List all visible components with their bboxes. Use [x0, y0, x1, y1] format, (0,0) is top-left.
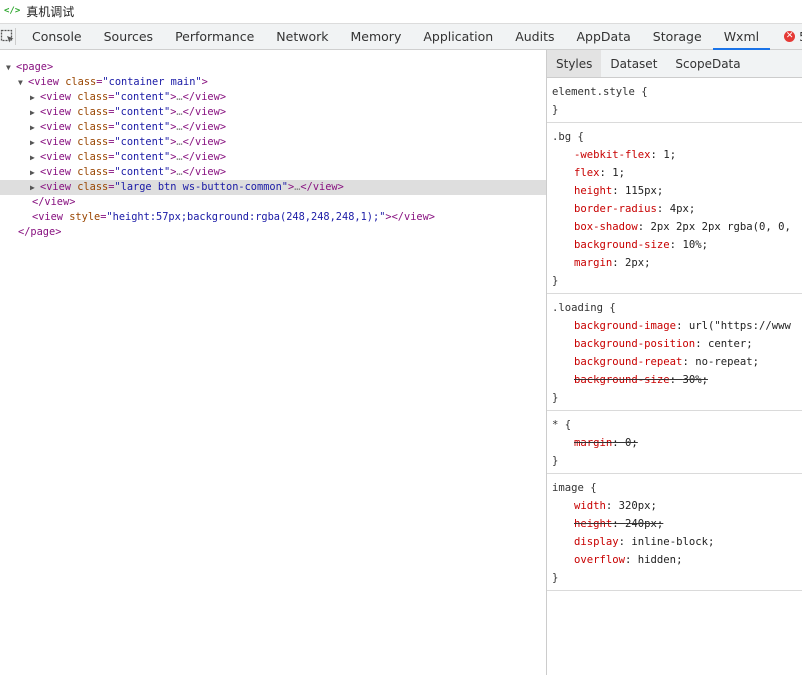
tree-node-container-close: </view> — [32, 196, 76, 208]
tree-node-content[interactable]: ▶ <view class="content">…</view> — [0, 105, 546, 120]
tree-node-container[interactable]: ▼ <view class="container main"> — [0, 75, 546, 90]
css-rule[interactable]: * { margin: 0;} — [547, 411, 802, 474]
css-declaration[interactable]: background-size: 10%; — [552, 236, 802, 254]
css-declaration[interactable]: -webkit-flex: 1; — [552, 146, 802, 164]
collapsed-arrow-icon[interactable]: ▶ — [30, 180, 40, 195]
css-declaration[interactable]: box-shadow: 2px 2px 2px rgba(0, 0, — [552, 218, 802, 236]
tree-node-page[interactable]: ▼ <page> — [0, 60, 546, 75]
rule-close: } — [552, 455, 559, 467]
tab-sources[interactable]: Sources — [93, 24, 164, 49]
element-style-rule[interactable]: element.style { } — [547, 78, 802, 123]
tab-audits[interactable]: Audits — [504, 24, 565, 49]
css-declaration[interactable]: height: 240px; — [552, 515, 802, 533]
tab-storage[interactable]: Storage — [642, 24, 713, 49]
expanded-arrow-icon[interactable]: ▼ — [6, 60, 16, 75]
sidebar-tab-styles[interactable]: Styles — [547, 50, 602, 77]
tab-appdata[interactable]: AppData — [565, 24, 641, 49]
tab-wxml[interactable]: Wxml — [712, 24, 771, 50]
css-declaration[interactable]: overflow: hidden; — [552, 551, 802, 569]
css-declaration[interactable]: display: inline-block; — [552, 533, 802, 551]
css-rule[interactable]: .loading { background-image: url("https:/… — [547, 294, 802, 411]
tree-node-content[interactable]: ▶ <view class="content">…</view> — [0, 150, 546, 165]
tree-node-style-view[interactable]: <view style="height:57px;background:rgba… — [0, 210, 546, 225]
css-declaration[interactable]: background-size: 30%; — [552, 371, 802, 389]
tab-network[interactable]: Network — [265, 24, 339, 49]
collapsed-arrow-icon[interactable]: ▶ — [30, 150, 40, 165]
tab-performance[interactable]: Performance — [164, 24, 265, 49]
rule-close: } — [552, 572, 559, 584]
rule-close: } — [552, 104, 559, 116]
css-declaration[interactable]: width: 320px; — [552, 497, 802, 515]
inspect-element-icon[interactable] — [0, 28, 16, 45]
css-declaration[interactable]: background-position: center; — [552, 335, 802, 353]
error-icon: ✕ — [784, 31, 796, 42]
window-title: 真机调试 — [26, 4, 75, 19]
tree-node-selected-button[interactable]: ▶ <view class="large btn ws-button-common… — [0, 180, 546, 195]
css-declaration[interactable]: height: 115px; — [552, 182, 802, 200]
css-rule[interactable]: .bg { -webkit-flex: 1; flex: 1; height: 115… — [547, 123, 802, 294]
sidebar-tab-dataset[interactable]: Dataset — [601, 50, 666, 77]
code-icon: </> — [4, 6, 21, 16]
tab-console[interactable]: Console — [16, 24, 93, 49]
css-declaration[interactable]: margin: 0; — [552, 434, 802, 452]
tree-node-content[interactable]: ▶ <view class="content">…</view> — [0, 135, 546, 150]
tree-node-content[interactable]: ▶ <view class="content">…</view> — [0, 120, 546, 135]
css-rule[interactable]: image { width: 320px; height: 240px; displa… — [547, 474, 802, 591]
title-bar: </> 真机调试 — [0, 0, 802, 22]
css-declaration[interactable]: margin: 2px; — [552, 254, 802, 272]
css-declaration[interactable]: background-repeat: no-repeat; — [552, 353, 802, 371]
collapsed-arrow-icon[interactable]: ▶ — [30, 120, 40, 135]
devtools-tab-bar: Console Sources Performance Network Memory Ap… — [0, 23, 802, 50]
tree-node-content[interactable]: ▶ <view class="content">…</view> — [0, 90, 546, 105]
rule-close: } — [552, 392, 559, 404]
rule-selector: .loading { — [552, 302, 616, 314]
expanded-arrow-icon[interactable]: ▼ — [18, 75, 28, 90]
collapsed-arrow-icon[interactable]: ▶ — [30, 135, 40, 150]
rule-selector: * { — [552, 419, 572, 431]
tab-application[interactable]: Application — [412, 24, 504, 49]
sidebar-tabs: Styles Dataset ScopeData — [547, 50, 802, 78]
error-counter[interactable]: ✕ 5 — [784, 24, 802, 49]
css-declaration[interactable]: border-radius: 4px; — [552, 200, 802, 218]
rule-selector: element.style { — [552, 86, 648, 98]
tab-memory[interactable]: Memory — [340, 24, 413, 49]
tree-node-page-close: </page> — [18, 226, 62, 238]
rule-selector: image { — [552, 482, 597, 494]
rule-selector: .bg { — [552, 131, 584, 143]
sidebar-tab-scopedata[interactable]: ScopeData — [666, 50, 749, 77]
collapsed-arrow-icon[interactable]: ▶ — [30, 90, 40, 105]
css-declaration[interactable]: flex: 1; — [552, 164, 802, 182]
rule-close: } — [552, 275, 559, 287]
collapsed-arrow-icon[interactable]: ▶ — [30, 165, 40, 180]
styles-sidebar: Styles Dataset ScopeData element.style { }… — [547, 50, 802, 675]
tree-node-content[interactable]: ▶ <view class="content">…</view> — [0, 165, 546, 180]
wxml-tree-panel: ▼ <page> ▼ <view class="container main"> ▶… — [0, 50, 546, 675]
css-declaration[interactable]: background-image: url("https://www — [552, 317, 802, 335]
collapsed-arrow-icon[interactable]: ▶ — [30, 105, 40, 120]
